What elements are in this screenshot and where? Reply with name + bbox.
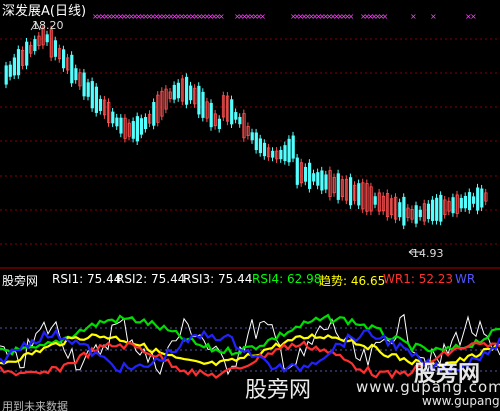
- candle-body: [398, 202, 402, 218]
- candle-body: [463, 195, 468, 209]
- candle-body: [402, 196, 406, 226]
- signal-marker: ×: [410, 12, 417, 21]
- candle-body: [414, 205, 418, 224]
- candle-body: [25, 41, 29, 66]
- indicator-wr1: WR1: 52.23: [383, 272, 454, 286]
- candle-body: [189, 85, 193, 101]
- candle-body: [439, 194, 443, 222]
- candle-body: [476, 187, 480, 211]
- indicator-rsi4: RSI4: 62.98: [252, 272, 322, 286]
- candle-body: [324, 174, 328, 190]
- candle-body: [33, 39, 37, 52]
- candle-body: [131, 121, 135, 139]
- candle-body: [201, 91, 205, 118]
- candle-body: [86, 82, 90, 97]
- candle-body: [143, 116, 148, 129]
- candle-body: [4, 65, 8, 85]
- signal-marker: ×: [430, 12, 437, 21]
- candle-body: [316, 172, 320, 186]
- candle-body: [258, 138, 263, 154]
- candle-body: [357, 183, 361, 206]
- signal-marker: ×: [218, 12, 225, 21]
- signal-marker: ×: [470, 12, 477, 21]
- candle-body: [471, 196, 476, 204]
- candle-body: [115, 117, 119, 127]
- candle-body: [209, 102, 213, 128]
- candle-body: [135, 116, 139, 142]
- candle-body: [271, 150, 275, 158]
- candle-body: [287, 138, 291, 163]
- candle-body: [320, 170, 324, 191]
- indicator-rsi1: RSI1: 75.44: [52, 272, 122, 286]
- indicator-wr: WR: [455, 272, 476, 286]
- candlestick-chart: ×××××××××××××××××××××××××××××××××××× ××××…: [0, 12, 500, 380]
- candle-body: [426, 203, 431, 220]
- candle-body: [451, 197, 455, 214]
- candle-body: [119, 117, 123, 134]
- low-price-label: 14.93: [412, 247, 444, 260]
- candle-body: [70, 54, 74, 84]
- candle-body: [8, 64, 12, 77]
- indicator-rsi3: RSI3: 75.44: [183, 272, 253, 286]
- indicator-name: 股旁网: [2, 274, 39, 288]
- candle-body: [234, 112, 238, 120]
- candle-body: [312, 173, 316, 182]
- candle-body: [250, 132, 254, 141]
- candle-body: [238, 116, 242, 125]
- candle-body: [467, 192, 472, 211]
- candle-body: [90, 81, 94, 109]
- candle-body: [336, 173, 340, 200]
- candle-body: [230, 99, 234, 125]
- watermark-site: 股旁网: [245, 378, 312, 403]
- candle-body: [74, 68, 78, 81]
- candle-body: [348, 177, 353, 206]
- candle-body: [480, 188, 484, 208]
- high-price-label: 18.20: [32, 19, 64, 32]
- candle-body: [94, 86, 98, 113]
- signal-marker: ×: [382, 12, 389, 21]
- candle-body: [184, 76, 189, 105]
- candle-body: [307, 162, 312, 189]
- candle-body: [418, 209, 422, 218]
- candle-body: [111, 111, 115, 124]
- candle-body: [172, 84, 176, 100]
- candle-body: [295, 157, 299, 185]
- candle-body: [291, 135, 295, 159]
- candle-body: [254, 132, 258, 151]
- candle-body: [303, 166, 308, 182]
- candle-body: [152, 102, 156, 126]
- signal-marker: ×: [348, 12, 355, 21]
- candle-body: [98, 98, 103, 111]
- candle-body: [12, 57, 16, 76]
- candle-body: [176, 82, 180, 99]
- future-data-note: 用到未来数据: [2, 400, 68, 411]
- candle-body: [197, 85, 201, 115]
- indicator-trend: 趋势: 46.65: [319, 274, 386, 288]
- line-green: [0, 313, 500, 356]
- candle-body: [53, 40, 58, 57]
- watermark-logo-url: www.gupang.com: [422, 394, 500, 408]
- candle-body: [435, 197, 439, 221]
- chart-window: × × × × × × × × × × × × × × × × × × × × × × × × × × × × × × × × × × × × × × × ×…: [0, 0, 500, 411]
- watermark-logo: 股旁网: [414, 362, 481, 387]
- indicator-rsi2: RSI2: 75.44: [116, 272, 186, 286]
- chart-title: 深发展A(日线): [2, 4, 87, 19]
- candle-body: [82, 72, 86, 97]
- candle-body: [45, 34, 49, 43]
- candle-body: [16, 49, 21, 76]
- candle-body: [217, 118, 221, 129]
- candle-body: [373, 196, 377, 205]
- candle-body: [262, 142, 267, 157]
- signal-marker: ×: [259, 12, 266, 21]
- candle-body: [279, 150, 283, 160]
- candle-body: [459, 197, 463, 209]
- candle-body: [62, 49, 66, 69]
- candle-body: [283, 145, 287, 162]
- candle-body: [430, 199, 435, 221]
- candle-body: [139, 118, 144, 135]
